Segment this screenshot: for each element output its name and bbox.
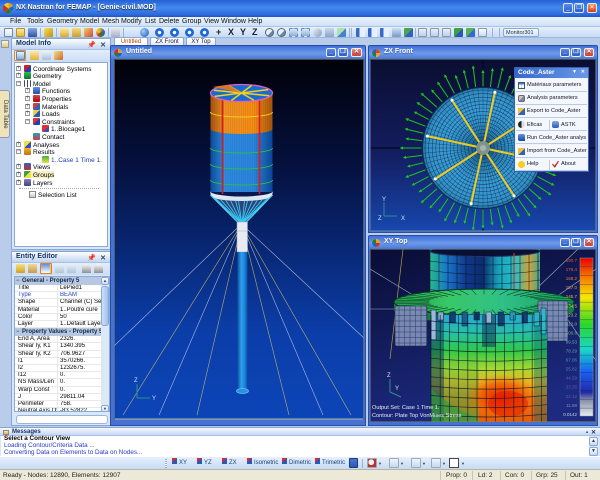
svg-text:44.59: 44.59 xyxy=(566,376,578,381)
svg-text:Contour: Plate Top VonMises St: Contour: Plate Top VonMises Stress xyxy=(372,413,462,419)
svg-text:179.4: 179.4 xyxy=(566,267,578,272)
svg-text:Y: Y xyxy=(152,396,156,402)
svg-text:67.06: 67.06 xyxy=(566,358,578,363)
svg-text:0.0142: 0.0142 xyxy=(563,412,577,417)
svg-text:Z: Z xyxy=(134,378,138,384)
svg-text:134.5: 134.5 xyxy=(566,303,578,308)
svg-text:145.7: 145.7 xyxy=(566,294,578,299)
svg-text:190.7: 190.7 xyxy=(566,258,578,263)
svg-text:112.0: 112.0 xyxy=(566,321,577,326)
svg-text:11.88: 11.88 xyxy=(566,403,577,408)
svg-text:Y: Y xyxy=(382,197,386,203)
svg-text:Z: Z xyxy=(378,216,382,222)
svg-text:X: X xyxy=(401,216,405,222)
svg-text:55.82: 55.82 xyxy=(566,367,578,372)
svg-text:157.0: 157.0 xyxy=(566,285,578,290)
svg-text:100.8: 100.8 xyxy=(566,330,578,335)
svg-text:Y: Y xyxy=(395,386,399,392)
svg-text:123.2: 123.2 xyxy=(566,312,578,317)
svg-text:Z: Z xyxy=(387,373,391,379)
svg-text:78.29: 78.29 xyxy=(566,349,578,354)
svg-text:89.53: 89.53 xyxy=(566,339,578,344)
svg-text:33.35: 33.35 xyxy=(566,385,578,390)
svg-text:22.12: 22.12 xyxy=(566,394,578,399)
svg-text:Output Set: Case 1 Time 1.: Output Set: Case 1 Time 1. xyxy=(372,405,440,411)
svg-text:168.2: 168.2 xyxy=(566,276,578,281)
